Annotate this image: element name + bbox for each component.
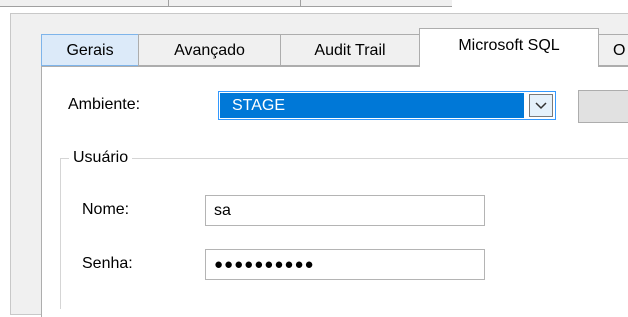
top-strip	[0, 0, 452, 7]
ambiente-selected-value: STAGE	[220, 93, 524, 118]
tab-overflow[interactable]: O	[598, 34, 628, 66]
ambiente-label: Ambiente:	[68, 96, 141, 113]
senha-label: Senha:	[82, 255, 133, 272]
nome-field[interactable]: sa	[205, 195, 485, 226]
tab-gerais[interactable]: Gerais	[41, 34, 139, 66]
usuario-groupbox: Usuário	[60, 148, 628, 309]
tab-avancado[interactable]: Avançado	[138, 34, 281, 66]
strip-divider	[168, 0, 169, 6]
nome-label: Nome:	[82, 201, 130, 218]
tab-label: Gerais	[66, 42, 114, 59]
strip-divider	[300, 0, 301, 6]
ambiente-select[interactable]: STAGE	[218, 91, 556, 120]
chevron-down-icon[interactable]	[529, 94, 553, 117]
tab-label: O	[613, 42, 626, 59]
senha-field[interactable]: ●●●●●●●●●●	[205, 249, 485, 280]
tab-label: Microsoft SQL	[458, 37, 560, 54]
tab-label: Audit Trail	[314, 42, 386, 59]
side-button[interactable]	[578, 90, 628, 123]
tab-microsoft-sql[interactable]: Microsoft SQL	[419, 28, 599, 67]
tab-audit-trail[interactable]: Audit Trail	[280, 34, 420, 66]
group-title: Usuário	[69, 148, 133, 168]
tab-label: Avançado	[174, 42, 245, 59]
